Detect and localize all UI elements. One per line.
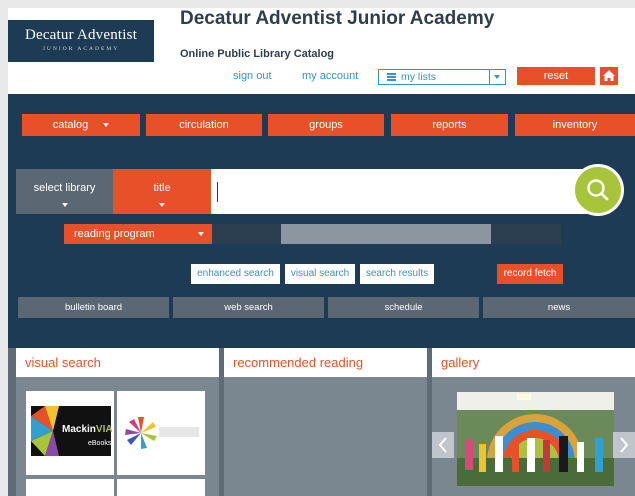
mackin-name: Mackin <box>62 424 96 435</box>
school-name: Decatur Adventist Junior Academy <box>180 8 495 29</box>
list-icon <box>387 73 396 81</box>
nav-groups[interactable]: groups <box>268 114 384 136</box>
gallery-prev-button[interactable] <box>432 432 454 458</box>
page-frame-left <box>0 0 8 496</box>
search-results-button[interactable]: search results <box>360 264 434 284</box>
nav-catalog[interactable]: catalog <box>22 114 140 136</box>
chevron-left-icon <box>438 437 447 453</box>
search-type-label: title <box>153 182 171 194</box>
schedule-button[interactable]: schedule <box>328 297 479 318</box>
search-type-dropdown[interactable]: title <box>113 169 211 214</box>
logo-line2: JUNIOR ACADEMY <box>42 46 120 52</box>
bulletin-board-button[interactable]: bulletin board <box>18 297 169 318</box>
pinwheel-logo-icon <box>125 417 199 449</box>
gallery-heading: gallery <box>432 348 635 377</box>
home-icon <box>603 70 615 81</box>
my-account-link[interactable]: my account <box>302 70 358 82</box>
web-search-button[interactable]: web search <box>173 297 324 318</box>
recommended-reading-heading: recommended reading <box>224 348 427 377</box>
enhanced-search-button[interactable]: enhanced search <box>191 264 280 284</box>
mackin-ebooks-text: eBooks <box>88 440 112 447</box>
chevron-down-icon[interactable] <box>489 70 505 84</box>
nav-reports[interactable]: reports <box>391 114 508 136</box>
visual-search-tile[interactable] <box>117 479 205 496</box>
reading-program-bar-segment <box>212 224 281 244</box>
visual-search-button[interactable]: visual search <box>285 264 355 284</box>
chevron-down-icon <box>198 232 204 236</box>
reset-button[interactable]: reset <box>517 67 595 85</box>
news-button[interactable]: news <box>483 297 635 318</box>
logo-line1: Decatur Adventist <box>24 27 138 43</box>
chevron-down-icon <box>61 203 68 208</box>
record-fetch-button[interactable]: record fetch <box>497 264 563 284</box>
search-input[interactable] <box>211 169 591 214</box>
mackin-via: VIA <box>95 424 113 435</box>
select-library-dropdown[interactable]: select library <box>16 169 113 214</box>
search-icon <box>587 179 609 201</box>
my-lists-label: my lists <box>401 71 436 83</box>
visual-search-tile[interactable] <box>26 479 114 496</box>
nav-inventory[interactable]: inventory <box>515 114 635 136</box>
catalog-label: Online Public Library Catalog <box>180 48 335 60</box>
reading-program-dropdown[interactable]: reading program <box>64 224 212 244</box>
chevron-down-icon <box>159 203 165 208</box>
nav-catalog-label: catalog <box>52 119 89 131</box>
search-button[interactable] <box>572 164 624 216</box>
select-library-label: select library <box>33 182 96 194</box>
home-button[interactable] <box>600 67 618 85</box>
pinwheel-tile[interactable] <box>117 391 205 475</box>
my-lists-dropdown[interactable]: my lists <box>378 69 506 85</box>
chevron-down-icon <box>103 123 110 128</box>
reading-program-label: reading program <box>74 228 155 240</box>
page-frame-top <box>0 0 635 8</box>
nav-circulation[interactable]: circulation <box>146 114 262 136</box>
reading-program-bar-segment <box>281 224 491 244</box>
chevron-right-icon <box>620 437 629 453</box>
mackin-via-text: MackinVIA <box>62 424 113 435</box>
school-logo[interactable]: Decatur Adventist JUNIOR ACADEMY <box>8 20 154 62</box>
visual-search-heading: visual search <box>16 348 219 377</box>
gallery-photo-image <box>457 392 614 486</box>
sign-out-link[interactable]: sign out <box>233 70 272 82</box>
gallery-next-button[interactable] <box>613 432 635 458</box>
gallery-photo[interactable] <box>457 392 614 486</box>
reading-program-bar-segment <box>491 224 561 244</box>
